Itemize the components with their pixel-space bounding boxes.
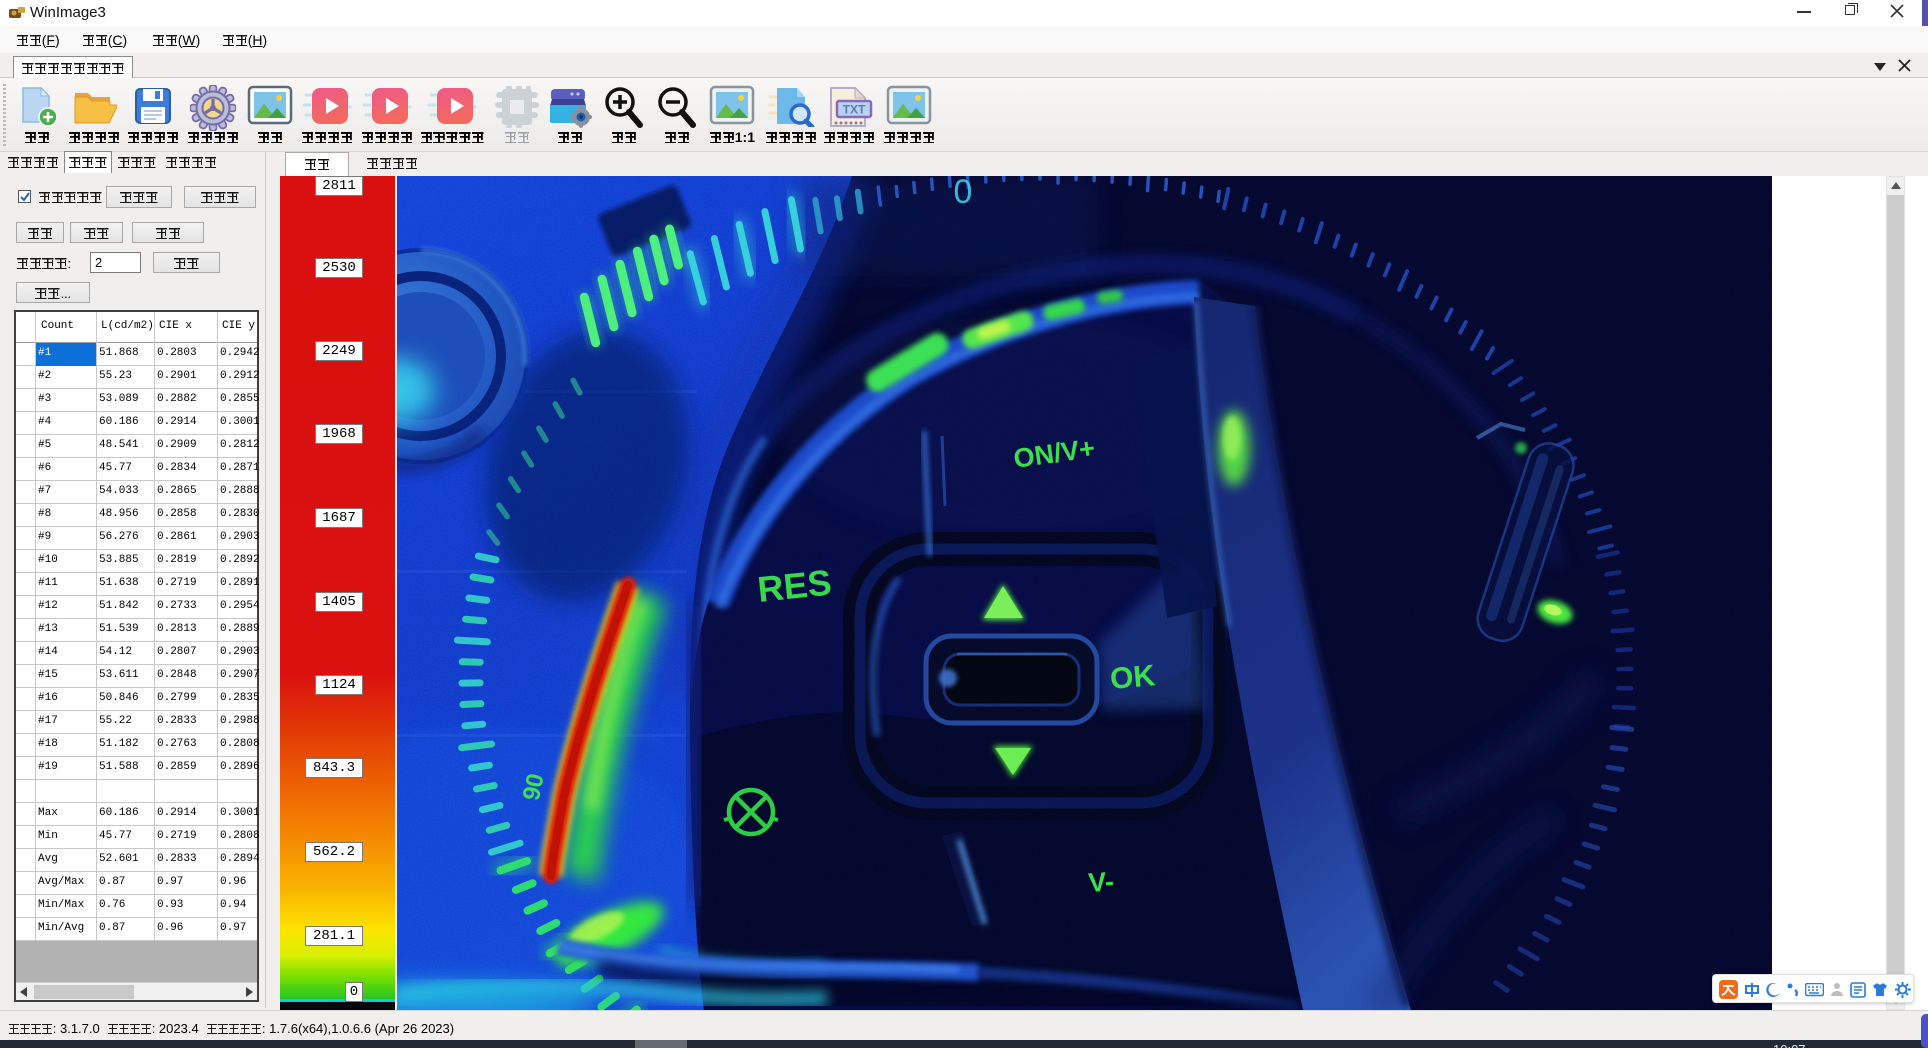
svg-text:TXT: TXT: [843, 103, 866, 117]
